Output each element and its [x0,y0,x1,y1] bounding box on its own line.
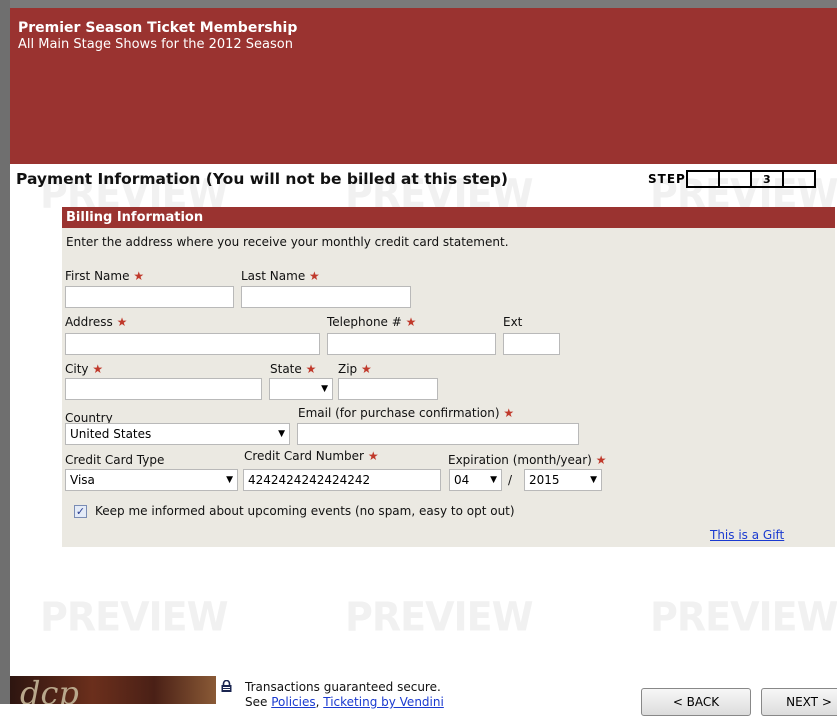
theatre-logo-image: dcp [10,676,216,704]
country-select[interactable]: United States ▼ [65,423,290,445]
ext-label: Ext [503,315,523,329]
exp-year-value: 2015 [529,473,560,487]
step-box-current: 3 [749,170,784,188]
exp-separator: / [508,473,513,487]
chevron-down-icon: ▼ [278,429,285,439]
state-select[interactable]: ▼ [269,378,333,400]
secure-text: Transactions guaranteed secure. [245,680,441,694]
required-star-icon: ★ [367,449,379,463]
telephone-label-text: Telephone # [327,315,402,329]
chevron-down-icon: ▼ [590,475,597,485]
required-star-icon: ★ [133,269,145,283]
billing-heading: Billing Information [62,207,835,228]
exp-month-value: 04 [454,473,470,487]
cc-type-value: Visa [70,473,95,487]
first-name-label: First Name ★ [65,269,144,283]
telephone-input[interactable] [327,333,496,355]
billing-description: Enter the address where you receive your… [66,235,509,249]
back-button[interactable]: < BACK [641,688,751,716]
cc-number-input[interactable]: 4242424242424242 [243,469,441,491]
email-label-text: Email (for purchase confirmation) [298,406,500,420]
cc-number-label: Credit Card Number ★ [244,449,379,463]
policies-prefix: See [245,695,268,709]
step-box [717,170,752,188]
step-box [781,170,816,188]
chevron-down-icon: ▼ [226,475,233,485]
last-name-input[interactable] [241,286,411,308]
last-name-label: Last Name ★ [241,269,320,283]
step-label: STEP [648,172,686,186]
preview-watermark: PREVIEW [650,593,837,641]
required-star-icon: ★ [595,453,607,467]
email-input[interactable] [297,423,579,445]
vendini-link[interactable]: Ticketing by Vendini [323,695,444,709]
required-star-icon: ★ [503,406,515,420]
required-star-icon: ★ [305,362,317,376]
ext-input[interactable] [503,333,560,355]
chevron-down-icon: ▼ [321,384,328,394]
state-label: State ★ [270,362,316,376]
policies-link[interactable]: Policies [271,695,315,709]
cc-type-label: Credit Card Type [65,453,165,467]
first-name-label-text: First Name [65,269,130,283]
event-subtitle: All Main Stage Shows for the 2012 Season [18,37,293,52]
required-star-icon: ★ [116,315,128,329]
email-label: Email (for purchase confirmation) ★ [298,406,514,420]
city-input[interactable] [65,378,262,400]
policies-line: See Policies, Ticketing by Vendini [245,695,444,709]
cc-number-label-text: Credit Card Number [244,449,364,463]
preview-watermark: PREVIEW [40,593,228,641]
expiration-label-text: Expiration (month/year) [448,453,592,467]
window-left-border [0,0,10,704]
required-star-icon: ★ [361,362,372,376]
keep-informed-checkbox[interactable]: ✓ [74,505,87,518]
required-star-icon: ★ [92,362,104,376]
gift-link[interactable]: This is a Gift [710,528,784,542]
zip-label: Zip ★ [338,362,372,376]
city-label: City ★ [65,362,103,376]
preview-watermark: PREVIEW [345,593,533,641]
cc-type-select[interactable]: Visa ▼ [65,469,238,491]
first-name-input[interactable] [65,286,234,308]
required-star-icon: ★ [405,315,417,329]
billing-panel: Billing Information Enter the address wh… [62,207,835,547]
address-label: Address ★ [65,315,127,329]
keep-informed-label: Keep me informed about upcoming events (… [95,504,515,518]
event-title: Premier Season Ticket Membership [18,20,298,36]
window-top-border [0,0,837,8]
step-indicator: STEP 3 [648,170,816,188]
zip-label-text: Zip [338,362,358,376]
theatre-logo: dcp [20,676,79,704]
lock-icon [221,680,232,692]
expiration-label: Expiration (month/year) ★ [448,453,606,467]
payment-section-title: Payment Information (You will not be bil… [16,170,508,188]
step-box [685,170,720,188]
telephone-label: Telephone # ★ [327,315,416,329]
country-value: United States [70,427,152,441]
zip-input[interactable] [338,378,438,400]
city-label-text: City [65,362,89,376]
exp-year-select[interactable]: 2015 ▼ [524,469,602,491]
address-input[interactable] [65,333,320,355]
required-star-icon: ★ [309,269,320,283]
event-header: Premier Season Ticket Membership All Mai… [10,8,837,164]
last-name-label-text: Last Name [241,269,306,283]
next-button[interactable]: NEXT > [761,688,837,716]
address-label-text: Address [65,315,113,329]
exp-month-select[interactable]: 04 ▼ [449,469,502,491]
chevron-down-icon: ▼ [490,475,497,485]
state-label-text: State [270,362,302,376]
